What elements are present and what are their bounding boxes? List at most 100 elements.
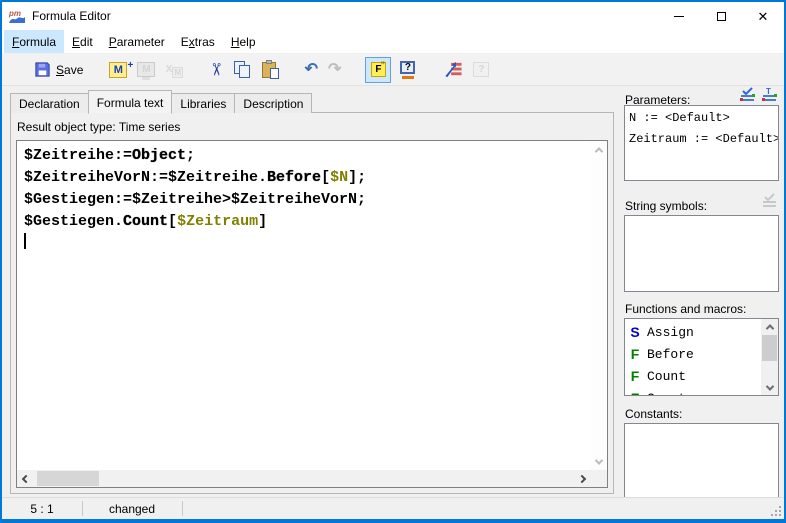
code-segment: $ZeitreiheVorN:=$Zeitreihe. bbox=[24, 169, 267, 186]
code-segment: Count bbox=[123, 213, 168, 230]
string-symbol-icon-disabled[interactable] bbox=[761, 193, 779, 208]
save-button[interactable]: Save bbox=[31, 57, 85, 83]
scissors-icon: ✂ bbox=[208, 62, 225, 76]
tab-declaration[interactable]: Declaration bbox=[10, 93, 89, 113]
copy-button[interactable] bbox=[232, 57, 254, 83]
main-content: DeclarationFormula textLibrariesDescript… bbox=[2, 87, 784, 497]
show-macro-button[interactable]: M bbox=[135, 57, 157, 83]
statusbar-divider bbox=[182, 501, 183, 516]
code-line: $ZeitreiheVorN:=$Zeitreihe.Before[$N]; bbox=[24, 167, 590, 189]
window-title: Formula Editor bbox=[32, 9, 111, 23]
code-segment: Before bbox=[267, 169, 321, 186]
context-help-button[interactable]: ? bbox=[397, 57, 419, 83]
check-formula-button[interactable] bbox=[441, 57, 465, 83]
function-icon: F bbox=[629, 368, 641, 384]
code-segment: Object bbox=[132, 147, 186, 164]
parameter-type-icon[interactable]: T bbox=[761, 87, 779, 102]
scroll-down-arrow-icon[interactable] bbox=[590, 453, 607, 470]
delete-macro-icon: x M bbox=[165, 62, 183, 78]
help-button[interactable]: ? bbox=[471, 57, 491, 83]
statusbar: 5 : 1 changed bbox=[2, 497, 784, 519]
menu-item-extras[interactable]: Extras bbox=[173, 30, 223, 53]
editor-horizontal-scrollbar[interactable] bbox=[17, 470, 590, 487]
code-segment: $Zeitreihe:= bbox=[24, 147, 132, 164]
tab-description[interactable]: Description bbox=[234, 93, 312, 113]
tab-formula-text[interactable]: Formula text bbox=[88, 90, 173, 114]
show-macro-icon: M bbox=[137, 62, 155, 77]
formula-text-editor[interactable]: $Zeitreihe:=Object;$ZeitreiheVorN:=$Zeit… bbox=[16, 140, 608, 488]
menu-item-edit[interactable]: Edit bbox=[64, 30, 101, 53]
code-segment: $Zeitraum bbox=[177, 213, 258, 230]
undo-button[interactable]: ↶ bbox=[303, 57, 320, 83]
scroll-up-arrow-icon[interactable] bbox=[590, 141, 607, 158]
cut-button[interactable]: ✂ bbox=[207, 57, 225, 83]
scroll-right-arrow-icon[interactable] bbox=[573, 470, 590, 487]
function-item[interactable]: FGreater bbox=[625, 387, 761, 396]
functions-scrollbar[interactable] bbox=[761, 319, 778, 395]
formula-text-tabpage: Result object type: Time series $Zeitrei… bbox=[10, 112, 614, 494]
parameter-item[interactable]: N := <Default> bbox=[629, 108, 778, 129]
menu-item-formula[interactable]: Formula bbox=[4, 30, 64, 53]
context-help-icon: ? bbox=[399, 61, 417, 79]
cursor-position-status: 5 : 1 bbox=[2, 498, 82, 519]
code-segment: ] bbox=[258, 213, 267, 230]
functions-scroll-down-icon[interactable] bbox=[761, 380, 778, 395]
paste-button[interactable] bbox=[260, 57, 281, 83]
undo-icon: ↶ bbox=[305, 62, 318, 78]
text-caret bbox=[24, 233, 26, 249]
code-line: $Gestiegen:=$Zeitreihe>$ZeitreiheVorN; bbox=[24, 189, 590, 211]
parameter-default-icon[interactable] bbox=[739, 87, 757, 102]
resize-grip[interactable] bbox=[771, 506, 782, 517]
functions-and-macros-label: Functions and macros: bbox=[625, 302, 746, 316]
close-button[interactable]: ✕ bbox=[742, 2, 784, 30]
function-item[interactable]: FBefore bbox=[625, 343, 761, 365]
functions-scrollbar-thumb[interactable] bbox=[762, 335, 777, 361]
svg-text:pm: pm bbox=[8, 9, 21, 18]
editor-vertical-scrollbar[interactable] bbox=[590, 141, 607, 470]
minimize-button[interactable] bbox=[658, 2, 700, 30]
function-item[interactable]: F Count bbox=[625, 365, 761, 387]
functions-scroll-up-icon[interactable] bbox=[761, 319, 778, 334]
code-line: $Zeitreihe:=Object; bbox=[24, 145, 590, 167]
maximize-button[interactable] bbox=[700, 2, 742, 30]
add-macro-icon: M bbox=[109, 62, 127, 78]
string-symbols-listbox[interactable] bbox=[624, 215, 779, 292]
scroll-left-arrow-icon[interactable] bbox=[17, 470, 34, 487]
delete-macro-button[interactable]: x M bbox=[163, 57, 185, 83]
function-item-label: Count bbox=[647, 369, 686, 384]
functions-listbox[interactable]: SAssignFBeforeFCountFGreater bbox=[624, 318, 779, 396]
app-logo-icon: pm bbox=[8, 9, 26, 24]
formula-symbols-icon: F bbox=[371, 62, 386, 77]
add-macro-button[interactable]: M bbox=[107, 57, 129, 83]
redo-icon: ↷ bbox=[328, 62, 341, 78]
close-icon: ✕ bbox=[758, 10, 769, 23]
function-icon: F bbox=[629, 346, 641, 362]
scrollbar-corner bbox=[590, 470, 607, 487]
function-item-label: Assign bbox=[647, 325, 694, 340]
formula-code-area[interactable]: $Zeitreihe:=Object;$ZeitreiheVorN:=$Zeit… bbox=[17, 141, 590, 470]
right-panel: Parameters: T N := <Default>Zeitraum := … bbox=[622, 87, 781, 497]
maximize-icon bbox=[717, 12, 726, 21]
code-segment: [ bbox=[321, 169, 330, 186]
paste-icon bbox=[262, 61, 279, 79]
code-segment: $Gestiegen:=$Zeitreihe>$ZeitreiheVorN; bbox=[24, 191, 366, 208]
constants-listbox[interactable] bbox=[624, 423, 779, 499]
tabstrip: DeclarationFormula textLibrariesDescript… bbox=[10, 91, 311, 113]
check-formula-icon bbox=[443, 60, 463, 79]
function-item-label: Greater bbox=[647, 391, 702, 397]
horizontal-scrollbar-thumb[interactable] bbox=[37, 471, 99, 486]
parameter-item[interactable]: Zeitraum := <Default> bbox=[629, 129, 778, 150]
save-icon bbox=[33, 60, 52, 79]
menu-item-parameter[interactable]: Parameter bbox=[101, 30, 173, 53]
parameters-listbox[interactable]: N := <Default>Zeitraum := <Default> bbox=[624, 105, 779, 181]
copy-icon bbox=[234, 61, 252, 79]
code-segment: ]; bbox=[348, 169, 366, 186]
code-segment: [ bbox=[168, 213, 177, 230]
tab-libraries[interactable]: Libraries bbox=[171, 93, 235, 113]
toolbar: Save M M x M ✂ ↶ ↷ bbox=[2, 54, 784, 86]
redo-button[interactable]: ↷ bbox=[326, 57, 343, 83]
function-item[interactable]: SAssign bbox=[625, 321, 761, 343]
code-segment: $N bbox=[330, 169, 348, 186]
formula-symbols-toggle[interactable]: F bbox=[365, 57, 391, 83]
menu-item-help[interactable]: Help bbox=[223, 30, 264, 53]
